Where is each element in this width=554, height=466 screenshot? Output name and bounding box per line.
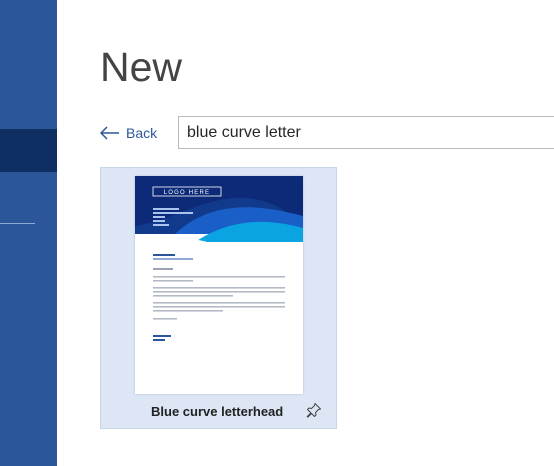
logo-placeholder: LOGO HERE	[164, 190, 210, 196]
sidebar-item-new[interactable]	[0, 129, 57, 172]
template-name: Blue curve letterhead	[151, 404, 284, 419]
sidebar-divider	[0, 223, 35, 224]
page-title: New	[100, 44, 183, 90]
pin-icon[interactable]	[306, 402, 322, 418]
back-button[interactable]: Back	[100, 122, 157, 144]
arrow-left-icon	[100, 126, 119, 140]
backstage-sidebar	[0, 0, 57, 466]
search-input[interactable]	[178, 116, 554, 149]
template-card[interactable]: LOGO HERE Blue curve letterhead	[100, 167, 337, 429]
back-label: Back	[126, 125, 158, 141]
letterhead-preview: LOGO HERE	[135, 176, 303, 341]
template-thumbnail: LOGO HERE	[135, 176, 303, 394]
